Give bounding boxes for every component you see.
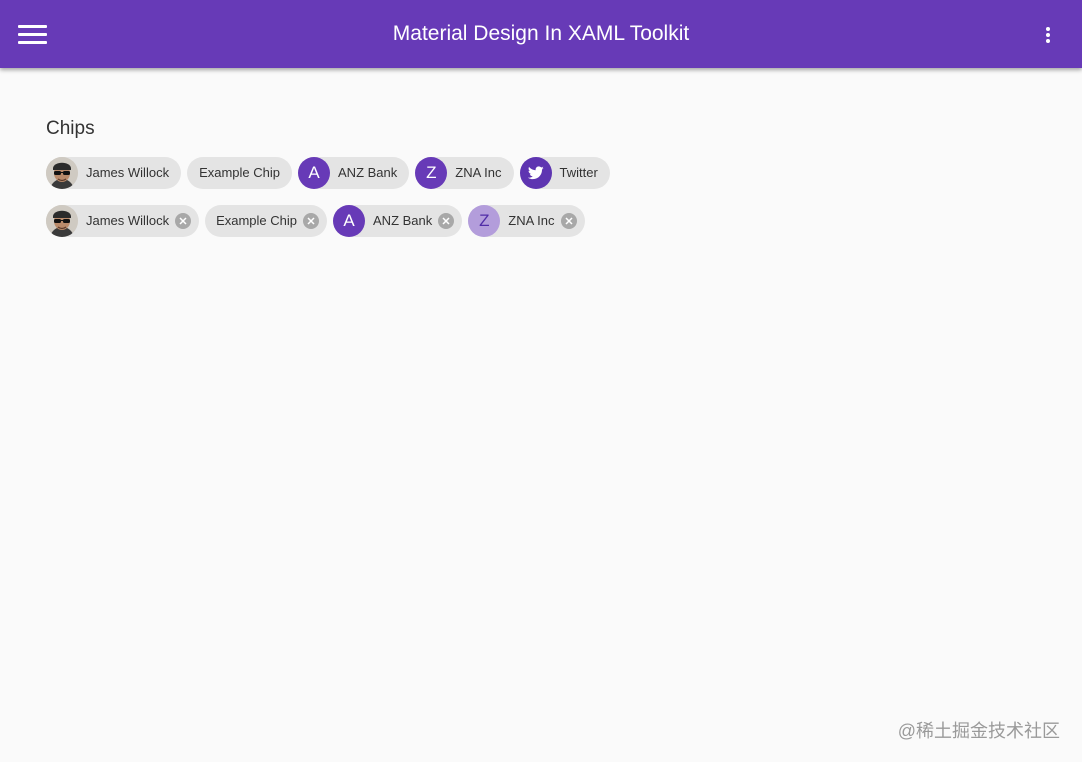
letter-avatar: Z	[468, 205, 501, 237]
chip-twitter[interactable]: Twitter	[519, 157, 610, 189]
chip-label: Twitter	[559, 165, 598, 180]
chip-zna-inc[interactable]: Z ZNA Inc	[415, 157, 514, 189]
chip-example-deletable[interactable]: Example Chip	[205, 205, 328, 237]
chip-example[interactable]: Example Chip	[187, 157, 293, 189]
chip-anz-bank-deletable[interactable]: A ANZ Bank	[333, 205, 463, 237]
chip-label: James Willock	[86, 165, 170, 180]
letter-avatar: Z	[415, 157, 448, 189]
person-photo-avatar	[46, 157, 78, 189]
chips-row-basic: James Willock Example Chip A ANZ Bank Z …	[46, 157, 610, 189]
close-circle-icon[interactable]	[175, 213, 192, 229]
chip-james-willock[interactable]: James Willock	[46, 157, 182, 189]
app-title: Material Design In XAML Toolkit	[392, 22, 690, 45]
twitter-bird-icon	[519, 157, 552, 189]
app-bar: Material Design In XAML Toolkit	[0, 0, 1082, 68]
letter-avatar: A	[333, 205, 366, 237]
close-circle-icon[interactable]	[438, 213, 455, 229]
chips-row-deletable: James Willock Example Chip A ANZ Bank Z …	[46, 205, 585, 237]
person-photo-avatar	[46, 205, 78, 237]
letter-avatar: A	[298, 157, 331, 189]
close-circle-icon[interactable]	[560, 213, 577, 229]
chip-zna-inc-deletable[interactable]: Z ZNA Inc	[468, 205, 585, 237]
chip-label: ANZ Bank	[373, 213, 433, 228]
chip-label: ZNA Inc	[508, 213, 555, 228]
chip-james-willock-deletable[interactable]: James Willock	[46, 205, 200, 237]
more-options-icon[interactable]	[1040, 24, 1056, 46]
section-title: Chips	[46, 118, 95, 139]
chip-label: ANZ Bank	[338, 165, 398, 180]
chip-label: ZNA Inc	[455, 165, 502, 180]
chip-anz-bank[interactable]: A ANZ Bank	[298, 157, 410, 189]
chip-label: Example Chip	[199, 165, 281, 180]
chip-label: Example Chip	[216, 213, 298, 228]
watermark: @稀土掘金技术社区	[897, 721, 1060, 741]
close-circle-icon[interactable]	[303, 213, 320, 229]
chip-label: James Willock	[86, 213, 170, 228]
